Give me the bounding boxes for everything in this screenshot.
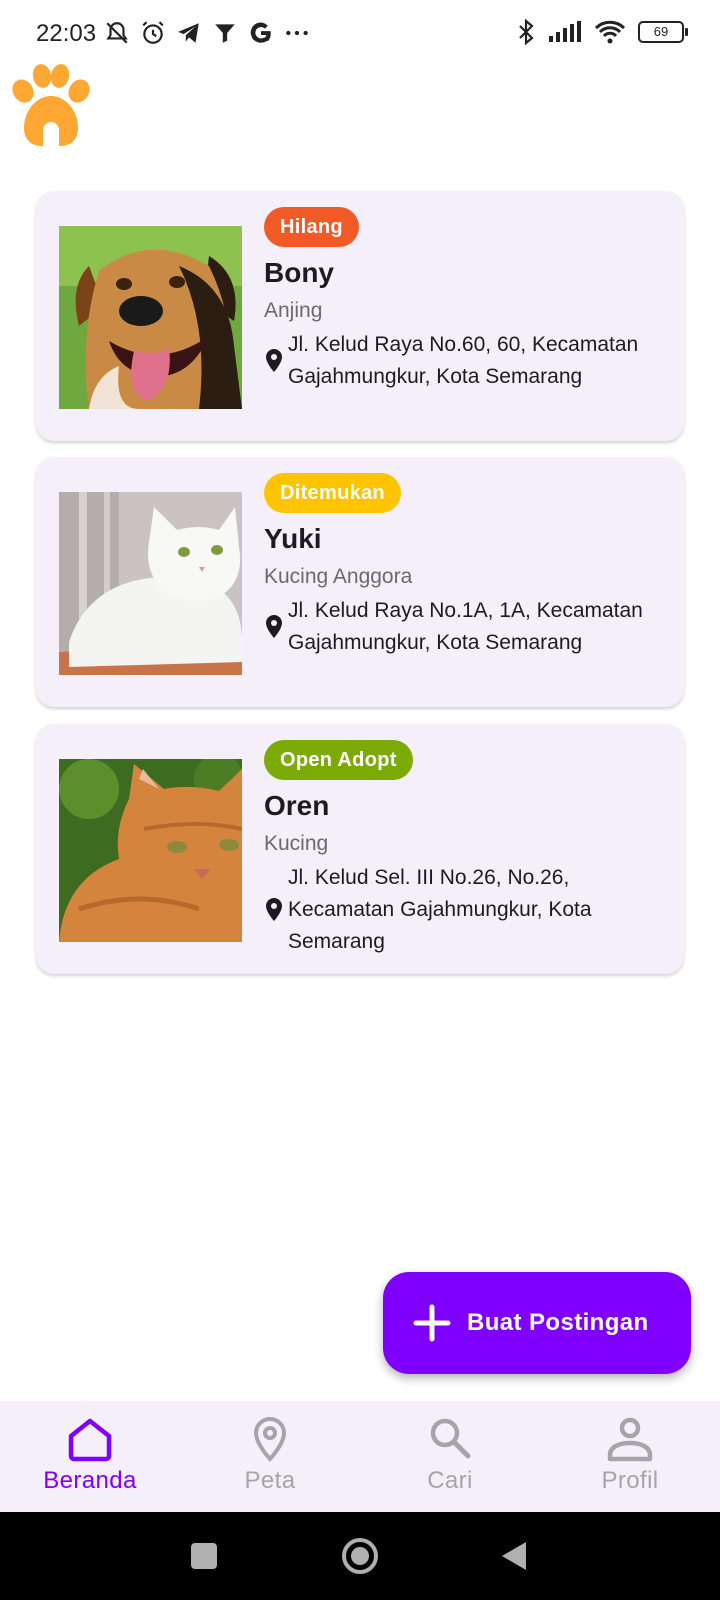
nav-item-cari[interactable]: Cari — [360, 1401, 540, 1512]
status-badge: Open Adopt — [264, 740, 413, 780]
pet-name: Bony — [264, 257, 334, 288]
create-post-label: Buat Postingan — [467, 1309, 649, 1336]
pet-name: Oren — [264, 790, 330, 821]
location-pin-icon — [266, 898, 282, 921]
bottom-navigation: Beranda Peta Cari Profil — [0, 1401, 720, 1512]
nav-item-beranda[interactable]: Beranda — [0, 1401, 180, 1512]
nav-label: Cari — [427, 1467, 473, 1494]
nav-item-profil[interactable]: Profil — [540, 1401, 720, 1512]
nav-label: Peta — [244, 1467, 296, 1494]
pet-address: Jl. Kelud Raya No.60, 60, Kecamatan Gaja… — [288, 333, 639, 388]
status-time: 22:03 — [36, 20, 97, 47]
bell-off-icon — [106, 22, 128, 44]
pet-location: Jl. Kelud Raya No.60, 60, Kecamatan Gaja… — [264, 329, 664, 393]
status-badge: Hilang — [264, 207, 359, 247]
nav-item-peta[interactable]: Peta — [180, 1401, 360, 1512]
create-post-button[interactable]: Buat Postingan — [383, 1272, 691, 1374]
search-icon — [430, 1418, 471, 1459]
map-pin-icon — [253, 1416, 287, 1462]
status-bar: 22:03 69 — [0, 0, 720, 70]
status-notification-icons — [104, 20, 310, 46]
recents-square-icon[interactable] — [190, 1534, 218, 1578]
pet-photo-orange-cat — [59, 759, 242, 942]
back-triangle-icon[interactable] — [500, 1534, 530, 1578]
telegram-icon — [178, 23, 199, 43]
pet-photo-dog — [59, 226, 242, 409]
signal-icon — [549, 21, 581, 42]
pet-photo-white-cat — [59, 492, 242, 675]
battery-icon: 69 — [638, 21, 688, 43]
pet-type: Anjing — [264, 299, 323, 322]
google-icon — [250, 22, 271, 43]
plus-icon — [413, 1304, 451, 1342]
pet-name: Yuki — [264, 523, 322, 554]
pet-card[interactable]: Hilang Bony Anjing Jl. Kelud Raya No.60,… — [36, 191, 684, 441]
pet-location: Jl. Kelud Raya No.1A, 1A, Kecamatan Gaja… — [264, 595, 664, 659]
location-pin-icon — [266, 615, 282, 638]
home-icon — [68, 1418, 112, 1462]
status-badge: Ditemukan — [264, 473, 401, 513]
status-system-icons: 69 — [516, 18, 688, 46]
alarm-icon — [142, 21, 164, 44]
pet-card[interactable]: Open Adopt Oren Kucing Jl. Kelud Sel. II… — [36, 724, 684, 974]
pet-type: Kucing Anggora — [264, 565, 413, 588]
pet-type: Kucing — [264, 832, 329, 855]
filter-icon — [215, 24, 235, 43]
person-icon — [607, 1417, 653, 1462]
more-dots-icon — [286, 30, 308, 36]
nav-label: Beranda — [43, 1467, 137, 1494]
nav-label: Profil — [601, 1467, 659, 1494]
pet-location: Jl. Kelud Sel. III No.26, No.26, Kecamat… — [264, 862, 664, 958]
pet-address: Jl. Kelud Sel. III No.26, No.26, Kecamat… — [288, 866, 592, 953]
paw-home-icon — [12, 64, 90, 146]
wifi-icon — [594, 20, 626, 44]
pet-address: Jl. Kelud Raya No.1A, 1A, Kecamatan Gaja… — [288, 599, 643, 654]
home-circle-icon[interactable] — [340, 1534, 380, 1578]
pet-card[interactable]: Ditemukan Yuki Kucing Anggora Jl. Kelud … — [36, 457, 684, 707]
bluetooth-icon — [519, 18, 534, 46]
location-pin-icon — [266, 349, 282, 372]
post-list: Hilang Bony Anjing Jl. Kelud Raya No.60,… — [36, 191, 684, 991]
system-navigation-bar — [0, 1512, 720, 1600]
